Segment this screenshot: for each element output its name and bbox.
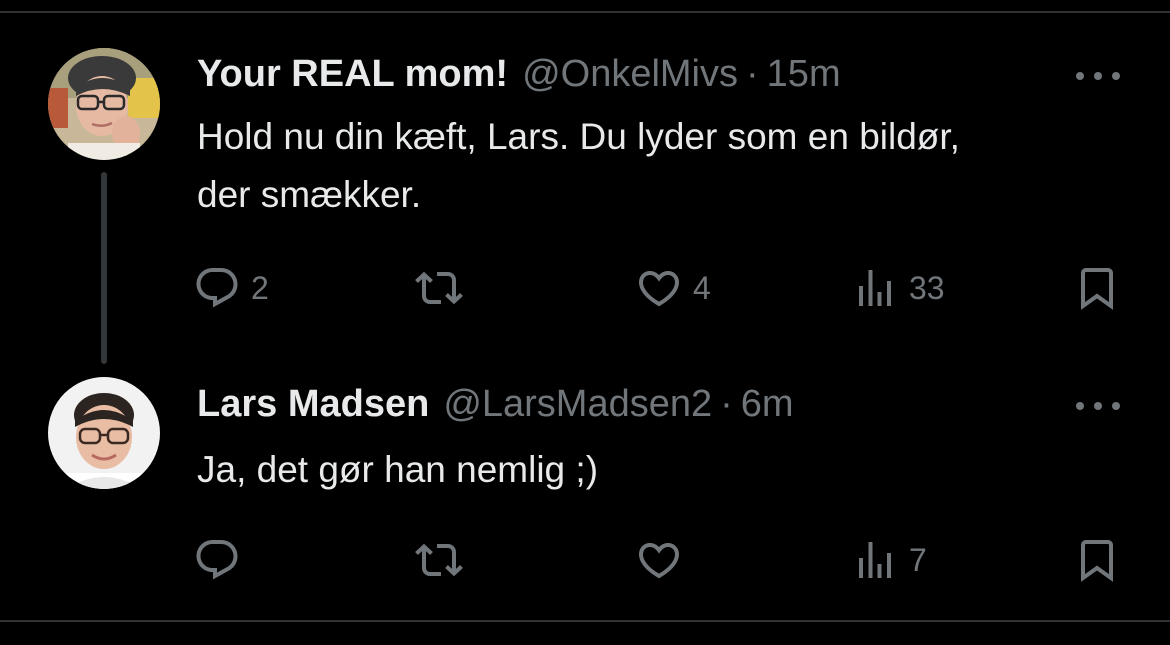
user-handle[interactable]: @OnkelMivs — [522, 48, 738, 100]
retweet-icon — [415, 543, 463, 577]
avatar-man-glasses-image — [48, 377, 160, 489]
tweet-action-bar: 2 4 33 — [0, 263, 1170, 313]
retweet-button[interactable] — [415, 263, 473, 313]
bookmark-button[interactable] — [1073, 535, 1121, 585]
avatar-woman-glasses-image — [48, 48, 160, 160]
separator-dot: · — [720, 383, 733, 425]
more-icon-dot — [1112, 72, 1120, 80]
avatar[interactable] — [48, 48, 160, 160]
views-button[interactable]: 7 — [851, 535, 927, 585]
more-icon — [1076, 72, 1084, 80]
like-button[interactable]: 4 — [635, 263, 711, 313]
reply-button[interactable]: 2 — [193, 263, 269, 313]
reply-count: 2 — [251, 270, 269, 306]
more-options-button[interactable] — [1076, 66, 1120, 86]
avatar[interactable] — [48, 377, 160, 489]
views-icon — [859, 542, 891, 578]
bookmark-button[interactable] — [1073, 263, 1121, 313]
timestamp[interactable]: 6m — [741, 378, 794, 430]
reply-icon — [196, 540, 238, 580]
display-name[interactable]: Your REAL mom! — [197, 48, 508, 100]
bookmark-icon — [1081, 540, 1113, 582]
bookmark-icon — [1081, 268, 1113, 310]
heart-icon — [638, 543, 680, 579]
retweet-button[interactable] — [415, 535, 473, 585]
tweet-text: Ja, det gør han nemlig ;) — [197, 449, 599, 490]
tweet-text: Hold nu din kæft, Lars. Du lyder som en … — [197, 116, 960, 215]
separator-dot: · — [746, 53, 759, 95]
reply-icon — [196, 268, 238, 308]
retweet-icon — [415, 271, 463, 305]
top-divider — [0, 11, 1170, 13]
view-count: 33 — [909, 270, 945, 306]
view-count: 7 — [909, 542, 927, 578]
more-icon-dot — [1094, 402, 1102, 410]
like-count: 4 — [693, 270, 711, 306]
more-icon-dot — [1112, 402, 1120, 410]
like-button[interactable] — [635, 535, 693, 585]
timestamp[interactable]: 15m — [767, 48, 841, 100]
more-options-button[interactable] — [1076, 396, 1120, 416]
tweet-header: Your REAL mom! @OnkelMivs · 15m — [197, 48, 841, 100]
more-icon — [1076, 402, 1084, 410]
user-handle[interactable]: @LarsMadsen2 — [443, 378, 712, 430]
reply-button[interactable] — [193, 535, 251, 585]
display-name[interactable]: Lars Madsen — [197, 378, 429, 430]
views-button[interactable]: 33 — [851, 263, 945, 313]
views-icon — [859, 270, 891, 306]
tweet-action-bar: 7 — [0, 535, 1170, 585]
more-icon-dot — [1094, 72, 1102, 80]
bottom-divider — [0, 620, 1170, 622]
tweet-header: Lars Madsen @LarsMadsen2 · 6m — [197, 378, 794, 430]
heart-icon — [638, 271, 680, 307]
